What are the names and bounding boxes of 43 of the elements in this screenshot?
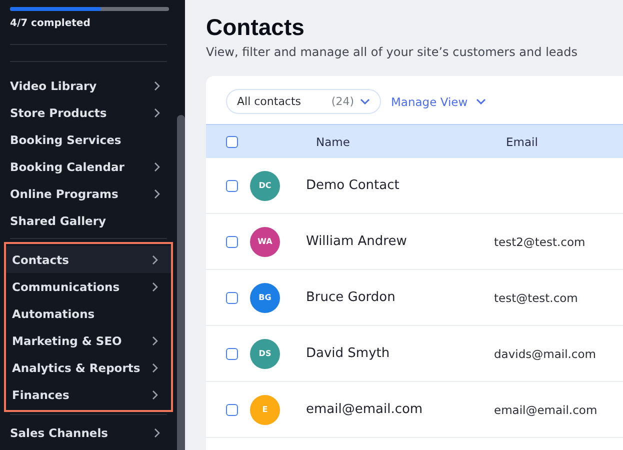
- sidebar-item[interactable]: Communications: [6, 273, 171, 300]
- row-checkbox[interactable]: [226, 348, 238, 360]
- contact-name: Demo Contact: [306, 178, 400, 193]
- sidebar-item[interactable]: Contacts: [6, 246, 171, 274]
- sidebar-item[interactable]: Finances: [6, 381, 171, 408]
- row-checkbox[interactable]: [226, 180, 238, 192]
- sidebar-item[interactable]: Booking Calendar: [4, 153, 173, 180]
- contact-email: email@email.com: [494, 402, 598, 416]
- sidebar-item[interactable]: Video Library: [4, 72, 173, 100]
- select-all-checkbox[interactable]: [226, 136, 238, 148]
- progress-label: 4/7 completed: [10, 18, 92, 29]
- contact-email: davids@mail.com: [494, 346, 596, 360]
- scrollbar-thumb[interactable]: [177, 115, 185, 450]
- contact-name: email@email.com: [306, 402, 424, 417]
- contact-name: David Smyth: [306, 346, 391, 361]
- column-header[interactable]: Name: [316, 134, 506, 148]
- chevron-down-icon: [476, 98, 486, 105]
- column-header[interactable]: Email: [506, 134, 538, 148]
- avatar: DC: [250, 170, 280, 200]
- sidebar-item[interactable]: Analytics & Reports: [6, 354, 171, 382]
- sidebar-item[interactable]: Shared Gallery: [4, 207, 173, 234]
- avatar: WA: [250, 226, 280, 256]
- row-checkbox[interactable]: [226, 404, 238, 416]
- chevron-down-icon: [360, 98, 370, 105]
- contact-email: test2@test.com: [494, 234, 586, 248]
- avatar: E: [250, 394, 280, 424]
- page-subtitle: View, filter and manage all of your site’s customers and leads: [206, 45, 579, 59]
- sidebar-item[interactable]: Store Products: [4, 99, 173, 126]
- sidebar-item[interactable]: Online Programs: [4, 180, 173, 208]
- sidebar-item[interactable]: Automations: [6, 300, 171, 328]
- contact-email: test@test.com: [494, 290, 578, 304]
- page-title: Contacts: [206, 14, 306, 41]
- avatar: BG: [250, 282, 280, 312]
- sidebar-item[interactable]: Booking Services: [4, 126, 173, 154]
- contacts-filter-dropdown[interactable]: All contacts (24): [226, 89, 381, 114]
- avatar: DS: [250, 338, 280, 368]
- sidebar-item[interactable]: Sales Channels: [4, 419, 173, 446]
- contact-name: Bruce Gordon: [306, 290, 396, 305]
- row-checkbox[interactable]: [226, 236, 238, 248]
- sidebar-item[interactable]: Marketing & SEO: [6, 327, 171, 354]
- manage-view-button[interactable]: Manage View: [391, 94, 486, 108]
- row-checkbox[interactable]: [226, 292, 238, 304]
- contact-name: William Andrew: [306, 234, 408, 249]
